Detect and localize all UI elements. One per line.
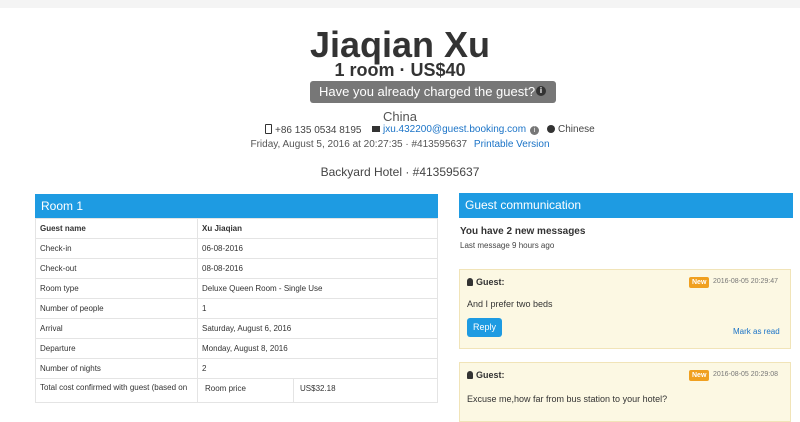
new-messages-title: You have 2 new messages [460, 226, 586, 237]
table-row: Room type Deluxe Queen Room - Single Use [35, 278, 438, 299]
row-key: Guest name [35, 218, 198, 239]
room-price-row: Room price US$32.18 [198, 379, 437, 402]
row-value: 06-08-2016 [197, 238, 438, 259]
table-row: Total cost confirmed with guest (based o… [35, 378, 438, 403]
message-card: Guest: New 2016-08-05 20:29:08 Excuse me… [459, 362, 791, 422]
message-timestamp: 2016-08-05 20:29:47 [713, 278, 778, 285]
total-cost-label: Total cost confirmed with guest (based o… [35, 378, 198, 403]
row-key: Check-out [35, 258, 198, 279]
guest-language: Chinese [558, 124, 595, 135]
message-sender: Guest: [467, 370, 505, 380]
user-icon [467, 371, 473, 379]
phone-number: +86 135 0534 8195 [275, 125, 362, 136]
mark-as-read-link[interactable]: Mark as read [733, 327, 780, 336]
row-key: Number of people [35, 298, 198, 319]
language-contact: Chinese [547, 124, 595, 135]
user-icon [467, 278, 473, 286]
message-sender: Guest: [467, 277, 505, 287]
row-value: Monday, August 8, 2016 [197, 338, 438, 359]
room-details-table: Guest name Xu Jiaqian Check-in 06-08-201… [35, 218, 438, 403]
room-price-label: Room price [198, 379, 294, 402]
new-badge: New [689, 277, 710, 288]
sender-label: Guest: [476, 277, 505, 287]
message-timestamp: 2016-08-05 20:29:08 [713, 371, 778, 378]
table-row: Number of people 1 [35, 298, 438, 319]
table-row: Number of nights 2 [35, 358, 438, 379]
new-badge: New [689, 370, 710, 381]
hotel-line: Backyard Hotel · #413595637 [320, 165, 480, 179]
room-panel-header: Room 1 [35, 194, 438, 218]
charged-row: Have you already charged the guest?▼ i [310, 81, 557, 103]
row-key: Check-in [35, 238, 198, 259]
booking-summary: 1 room · US$40 [334, 60, 466, 80]
guest-country: China [383, 109, 417, 124]
row-value: Xu Jiaqian [197, 218, 438, 239]
table-row: Check-in 06-08-2016 [35, 238, 438, 259]
last-message-time: Last message 9 hours ago [460, 241, 555, 250]
row-value: 08-08-2016 [197, 258, 438, 279]
guest-communication-header: Guest communication [459, 193, 793, 218]
booking-date: Friday, August 5, 2016 at 20:27:35 · #41… [250, 139, 468, 150]
row-key: Room type [35, 278, 198, 299]
row-value: Saturday, August 6, 2016 [197, 318, 438, 339]
room-price-cell: Room price US$32.18 [197, 378, 438, 403]
globe-icon [547, 125, 555, 133]
message-card: Guest: New 2016-08-05 20:29:47 And I pre… [459, 269, 791, 349]
room-price-value: US$32.18 [300, 384, 336, 393]
message-text: And I prefer two beds [467, 299, 553, 309]
booking-date-line: Friday, August 5, 2016 at 20:27:35 · #41… [0, 139, 800, 150]
table-row: Check-out 08-08-2016 [35, 258, 438, 279]
table-row: Guest name Xu Jiaqian [35, 218, 438, 239]
email-contact: jxu.432200@guest.booking.com i [372, 124, 540, 135]
row-key: Arrival [35, 318, 198, 339]
reply-button[interactable]: Reply [467, 318, 502, 337]
printable-version-link[interactable]: Printable Version [474, 139, 550, 150]
message-text: Excuse me,how far from bus station to yo… [467, 394, 668, 404]
table-row: Arrival Saturday, August 6, 2016 [35, 318, 438, 339]
row-key: Departure [35, 338, 198, 359]
info-icon[interactable]: i [536, 86, 546, 96]
table-row: Departure Monday, August 8, 2016 [35, 338, 438, 359]
envelope-icon [372, 126, 380, 132]
email-link[interactable]: jxu.432200@guest.booking.com [383, 124, 526, 135]
charged-guest-dropdown[interactable]: Have you already charged the guest?▼ [310, 81, 557, 103]
row-value: Deluxe Queen Room - Single Use [197, 278, 438, 299]
row-value: 2 [197, 358, 438, 379]
sender-label: Guest: [476, 370, 505, 380]
row-value: 1 [197, 298, 438, 319]
top-bar [0, 0, 800, 8]
charged-guest-label: Have you already charged the guest? [319, 84, 536, 99]
phone-contact: +86 135 0534 8195 [265, 124, 361, 136]
row-key: Number of nights [35, 358, 198, 379]
info-icon[interactable]: i [530, 126, 540, 135]
phone-icon [265, 124, 272, 134]
